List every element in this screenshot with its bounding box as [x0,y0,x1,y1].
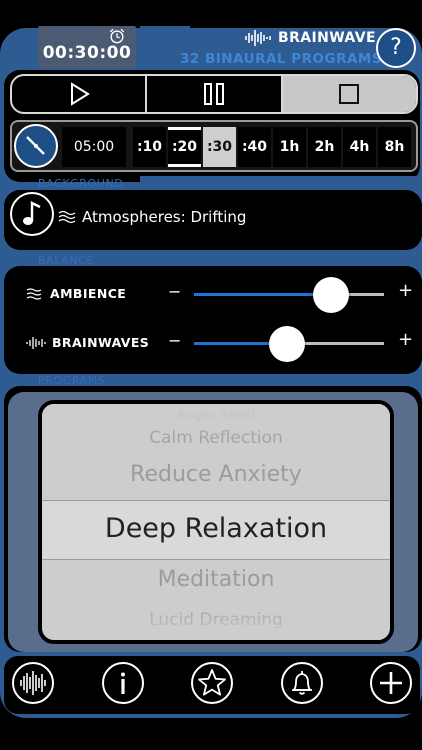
stop-button[interactable] [280,76,416,112]
play-button[interactable] [12,76,145,112]
ambience-slider-row: AMBIENCE − + [26,276,416,313]
pause-icon [203,83,224,105]
duration-presets: :10:20:30:40 1h 2h 4h 8h [133,127,413,167]
picker-item-selected[interactable]: Deep Relaxation [42,513,390,544]
play-icon [70,82,90,106]
brand-title: BRAINWAVE [278,30,376,46]
section-label-background: BACKGROUND [38,177,124,190]
brainwaves-decrease-button[interactable]: − [168,331,181,350]
brainwaves-label: BRAINWAVES [52,335,150,350]
timer-dial-button[interactable] [14,124,58,168]
info-icon [121,672,125,694]
custom-duration[interactable]: 05:00 [62,127,126,167]
pause-button[interactable] [145,76,280,112]
background-selection: Atmospheres: Drifting [58,208,246,226]
brainwaves-label-group: BRAINWAVES [26,335,149,350]
waveform-icon [26,336,46,349]
music-note-icon [23,201,41,225]
add-button[interactable] [370,662,412,704]
section-label-programs: PROGRAMS [38,374,106,387]
bell-icon [292,671,312,695]
duration-preset[interactable]: :20 [168,127,201,167]
info-button[interactable] [102,662,144,704]
picker-fade [42,404,390,438]
picker-fade [42,606,390,640]
duration-preset[interactable]: :30 [203,127,236,167]
brainwaves-increase-button[interactable]: + [398,329,413,350]
duration-preset[interactable]: 8h [378,127,411,167]
plus-icon [380,672,402,694]
duration-preset[interactable]: 4h [343,127,376,167]
bottom-toolbar [0,660,422,714]
background-value: Atmospheres: Drifting [82,208,247,226]
duration-selector: 05:00 :10:20:30:40 1h 2h 4h 8h [10,120,418,172]
star-icon [198,669,226,696]
brainwaves-slider[interactable] [194,326,384,362]
background-row[interactable]: Atmospheres: Drifting [10,190,420,244]
brainwaves-button[interactable] [12,662,54,704]
ambience-slider-thumb[interactable] [312,277,349,313]
picker-item[interactable]: Meditation [42,567,390,592]
alarm-button[interactable] [281,662,323,704]
music-button[interactable] [10,192,54,236]
ambience-decrease-button[interactable]: − [168,282,181,301]
waves-icon [26,287,42,300]
waveform-icon [245,30,271,46]
ambience-label: AMBIENCE [50,286,127,301]
picker-item[interactable]: Reduce Anxiety [42,462,390,487]
ambience-label-group: AMBIENCE [26,286,126,301]
ambience-slider-fill [194,293,331,296]
duration-preset[interactable]: :10 [133,127,166,167]
stop-icon [339,84,360,104]
brand: BRAINWAVE [244,29,376,47]
favorites-button[interactable] [191,662,233,704]
duration-preset[interactable]: 2h [308,127,341,167]
brainwaves-slider-thumb[interactable] [269,326,306,362]
help-button[interactable]: ? [376,28,416,68]
waves-icon [58,210,76,224]
transport-controls [10,74,418,114]
ambience-increase-button[interactable]: + [398,280,413,301]
ambience-slider[interactable] [194,277,384,313]
program-picker[interactable]: Anger ReliefCalm ReflectionReduce Anxiet… [38,400,394,644]
timer-display[interactable]: 00:30:00 [38,26,136,68]
clock-icon [26,136,45,155]
waveform-icon [20,671,46,695]
brainwaves-slider-row: BRAINWAVES − + [26,325,416,362]
brand-subtitle: 32 BINAURAL PROGRAMS [180,51,383,67]
duration-preset[interactable]: 1h [273,127,306,167]
timer-value: 00:30:00 [42,43,132,63]
duration-preset[interactable]: :40 [238,127,271,167]
section-label-balance: BALANCE [38,254,95,267]
